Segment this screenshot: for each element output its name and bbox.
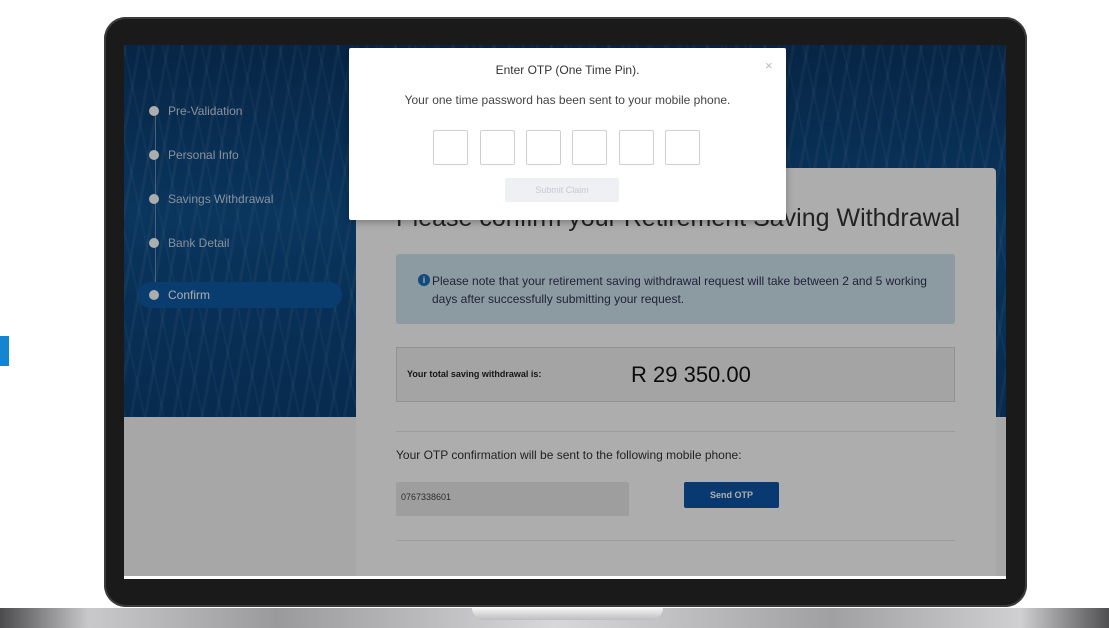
otp-digit-input[interactable] <box>526 130 561 165</box>
otp-digit-input[interactable] <box>665 130 700 165</box>
laptop-notch <box>472 608 663 620</box>
laptop-screen: Pre-Validation Personal Info Savings Wit… <box>124 45 1006 577</box>
accent-mark <box>0 336 9 366</box>
otp-digit-input[interactable] <box>480 130 515 165</box>
otp-digit-input[interactable] <box>433 130 468 165</box>
screen-edge <box>124 576 1006 579</box>
modal-subtitle: Your one time password has been sent to … <box>404 93 731 107</box>
modal-title: Enter OTP (One Time Pin). <box>495 63 640 77</box>
submit-claim-button[interactable]: Submit Claim <box>505 178 619 202</box>
otp-modal: Enter OTP (One Time Pin). × Your one tim… <box>349 48 786 220</box>
close-icon[interactable]: × <box>765 58 773 73</box>
otp-digit-input[interactable] <box>572 130 607 165</box>
otp-digit-input[interactable] <box>619 130 654 165</box>
